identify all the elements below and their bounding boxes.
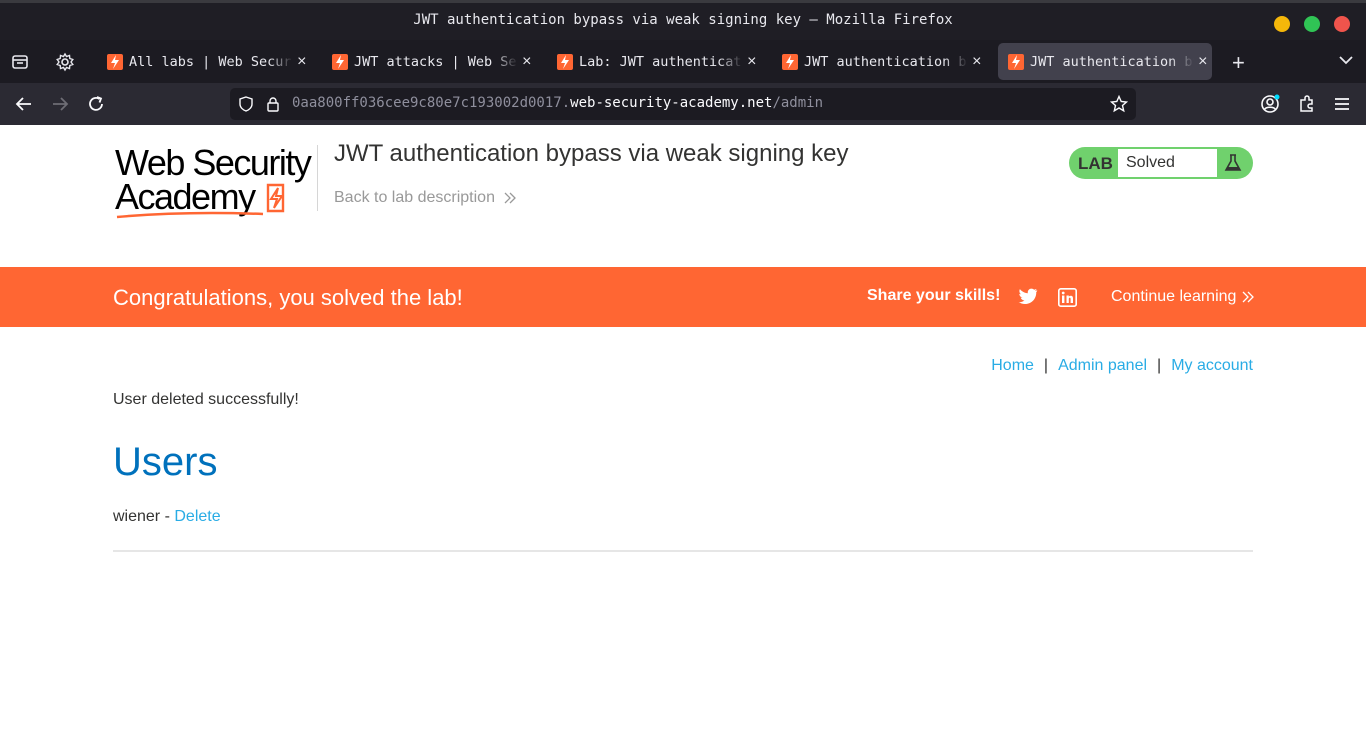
url-bar[interactable]: 0aa800ff036cee9c80e7c193002d0017.web-sec… bbox=[230, 88, 1136, 120]
solved-banner: Congratulations, you solved the lab! Sha… bbox=[0, 267, 1366, 327]
tab-close-icon[interactable]: × bbox=[972, 53, 986, 71]
portswigger-favicon-icon bbox=[107, 53, 123, 70]
content-divider bbox=[113, 550, 1253, 552]
tab-label: JWT authentication bypass bbox=[1030, 53, 1194, 70]
tab-close-icon[interactable]: × bbox=[297, 53, 311, 71]
academy-bolt-logo-icon bbox=[266, 183, 285, 213]
congratulations-message: Congratulations, you solved the lab! bbox=[113, 285, 463, 310]
nav-separator: | bbox=[1157, 357, 1162, 374]
tab-label: JWT authentication bypass bbox=[804, 53, 968, 70]
lab-status-badge: LAB Solved bbox=[1069, 147, 1253, 179]
url-path: /admin bbox=[772, 95, 824, 111]
tab-label: All labs | Web Security Academy bbox=[129, 53, 293, 70]
extensions-puzzle-icon[interactable] bbox=[1297, 94, 1317, 114]
reload-icon[interactable] bbox=[86, 94, 106, 114]
url-host: web-security-academy.net bbox=[570, 95, 773, 111]
nav-separator: | bbox=[1043, 357, 1049, 374]
users-heading: Users bbox=[113, 440, 218, 484]
back-arrow-icon[interactable] bbox=[14, 94, 34, 114]
tab-all-labs[interactable]: All labs | Web Security Academy × bbox=[97, 43, 311, 80]
continue-learning-link[interactable]: Continue learning bbox=[1111, 288, 1236, 306]
tab-lab-description[interactable]: Lab: JWT authentication bypass × bbox=[547, 43, 761, 80]
portswigger-favicon-icon bbox=[332, 53, 348, 70]
delete-user-link[interactable]: Delete bbox=[174, 508, 220, 525]
user-separator: - bbox=[160, 508, 175, 525]
double-chevron-right-icon bbox=[1242, 291, 1254, 303]
home-link[interactable]: Home bbox=[991, 357, 1034, 374]
flask-icon bbox=[1224, 154, 1242, 171]
url-subdomain: 0aa800ff036cee9c80e7c193002d0017. bbox=[292, 95, 571, 111]
linkedin-icon[interactable] bbox=[1058, 288, 1077, 307]
double-chevron-right-icon bbox=[504, 192, 516, 204]
tracking-protection-shield-icon[interactable] bbox=[238, 96, 254, 112]
lock-icon[interactable] bbox=[266, 96, 280, 112]
header-divider bbox=[317, 145, 318, 211]
list-all-tabs-chevron-down-icon[interactable] bbox=[1338, 54, 1354, 66]
url-text[interactable]: 0aa800ff036cee9c80e7c193002d0017.web-sec… bbox=[292, 95, 823, 111]
tab-label: JWT attacks | Web Security Academy bbox=[354, 53, 518, 70]
new-tab-button[interactable]: + bbox=[1232, 50, 1245, 76]
username: wiener bbox=[113, 508, 161, 525]
tab-label: Lab: JWT authentication bypass bbox=[579, 53, 743, 70]
portswigger-favicon-icon bbox=[782, 53, 798, 70]
top-navigation: Home | Admin panel | My account bbox=[991, 357, 1253, 375]
firefox-view-icon[interactable] bbox=[10, 52, 30, 72]
maximize-button[interactable] bbox=[1304, 16, 1320, 32]
admin-panel-link[interactable]: Admin panel bbox=[1058, 357, 1147, 374]
settings-gear-icon[interactable] bbox=[55, 52, 75, 72]
logo-line-2: Academy bbox=[115, 176, 256, 217]
tab-close-icon[interactable]: × bbox=[1198, 53, 1212, 71]
minimize-button[interactable] bbox=[1274, 16, 1290, 32]
twitter-icon[interactable] bbox=[1018, 288, 1038, 305]
account-avatar-icon[interactable] bbox=[1260, 94, 1280, 114]
hamburger-menu-icon[interactable] bbox=[1333, 95, 1351, 113]
tab-lab-instance[interactable]: JWT authentication bypass × bbox=[772, 43, 986, 80]
close-window-button[interactable] bbox=[1334, 16, 1350, 32]
window-title: JWT authentication bypass via weak signi… bbox=[413, 12, 953, 28]
tab-active-admin[interactable]: JWT authentication bypass × bbox=[998, 43, 1212, 80]
lab-title: JWT authentication bypass via weak signi… bbox=[334, 140, 849, 167]
share-skills-label: Share your skills! bbox=[867, 287, 1001, 304]
web-security-academy-logo[interactable]: Web Security Academy bbox=[115, 145, 315, 220]
tab-strip: All labs | Web Security Academy × JWT at… bbox=[0, 40, 1366, 83]
tab-close-icon[interactable]: × bbox=[747, 53, 761, 71]
lab-status-text: Solved bbox=[1118, 149, 1217, 177]
logo-underline-swoosh bbox=[116, 211, 264, 219]
navigation-toolbar: 0aa800ff036cee9c80e7c193002d0017.web-sec… bbox=[0, 83, 1366, 125]
my-account-link[interactable]: My account bbox=[1171, 357, 1253, 374]
window-titlebar: JWT authentication bypass via weak signi… bbox=[0, 0, 1366, 40]
bookmark-star-icon[interactable] bbox=[1110, 95, 1128, 113]
tab-close-icon[interactable]: × bbox=[522, 53, 536, 71]
lab-label: LAB bbox=[1078, 154, 1113, 173]
status-message: User deleted successfully! bbox=[113, 391, 299, 408]
tab-jwt-attacks[interactable]: JWT attacks | Web Security Academy × bbox=[322, 43, 536, 80]
forward-arrow-icon[interactable] bbox=[50, 94, 70, 114]
portswigger-favicon-icon bbox=[1008, 53, 1024, 70]
portswigger-favicon-icon bbox=[557, 53, 573, 70]
user-list-item: wiener - Delete bbox=[113, 508, 221, 526]
back-to-lab-description-link[interactable]: Back to lab description bbox=[334, 189, 495, 207]
